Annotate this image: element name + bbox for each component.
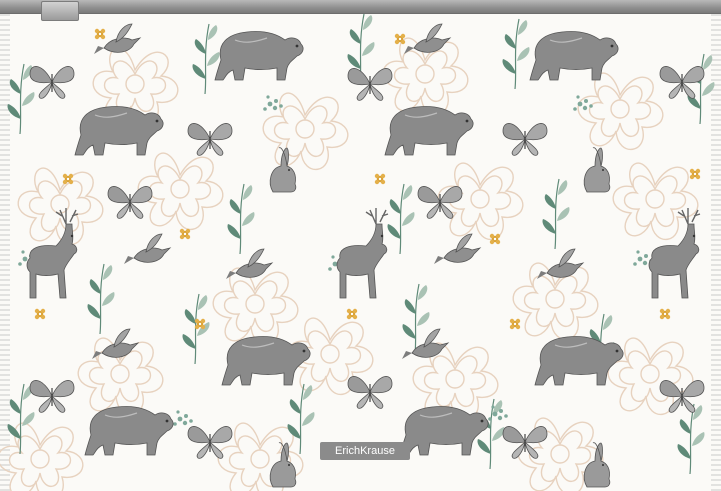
zipper-strip[interactable] bbox=[0, 0, 721, 14]
bear-icon bbox=[221, 335, 311, 386]
leaf-icon bbox=[501, 18, 531, 90]
butterfly-icon bbox=[347, 375, 393, 409]
leaf-icon bbox=[6, 383, 36, 455]
leaf-icon bbox=[191, 23, 221, 95]
rabbit-icon bbox=[269, 147, 297, 193]
deer-icon bbox=[26, 207, 79, 299]
flower-icon bbox=[17, 167, 104, 246]
bear-icon bbox=[534, 335, 624, 386]
bird-icon bbox=[225, 248, 273, 280]
deer-icon bbox=[336, 207, 389, 299]
leaf-icon bbox=[676, 403, 706, 475]
butterfly-icon bbox=[502, 425, 548, 459]
leaf-icon bbox=[86, 263, 116, 335]
rabbit-icon bbox=[269, 442, 297, 488]
flower-icon bbox=[577, 72, 664, 151]
butterfly-icon bbox=[29, 65, 75, 99]
bear-icon bbox=[214, 30, 304, 81]
bear-icon bbox=[84, 405, 174, 456]
brand-label: ErichKrause bbox=[320, 442, 410, 460]
bear-icon bbox=[384, 105, 474, 156]
blossom-icon bbox=[94, 28, 106, 40]
deer-icon bbox=[648, 207, 701, 299]
zip-folder: ErichKrause bbox=[0, 0, 721, 491]
blossom-icon bbox=[346, 308, 358, 320]
bird-icon bbox=[433, 233, 481, 265]
animal-layer bbox=[26, 23, 705, 488]
rabbit-icon bbox=[583, 147, 611, 193]
blossom-icon bbox=[62, 173, 74, 185]
blossom-icon bbox=[34, 308, 46, 320]
butterfly-icon bbox=[187, 122, 233, 156]
bear-icon bbox=[74, 105, 164, 156]
bear-icon bbox=[399, 405, 489, 456]
butterfly-icon bbox=[107, 185, 153, 219]
leaf-icon bbox=[386, 183, 416, 255]
blossom-icon bbox=[374, 173, 386, 185]
butterfly-icon bbox=[29, 379, 75, 413]
butterfly-icon bbox=[659, 379, 705, 413]
leaf-icon bbox=[686, 53, 716, 125]
butterfly-icon bbox=[502, 122, 548, 156]
blossom-icon bbox=[689, 168, 701, 180]
bird-icon bbox=[91, 328, 139, 360]
flower-icon bbox=[612, 162, 699, 241]
butterfly-icon bbox=[187, 425, 233, 459]
flower-icon bbox=[212, 267, 299, 346]
bird-icon bbox=[536, 248, 584, 280]
butterfly-icon bbox=[347, 67, 393, 101]
blossom-icon bbox=[179, 228, 191, 240]
blossom-icon bbox=[509, 318, 521, 330]
bird-icon bbox=[93, 23, 141, 55]
flower-icon bbox=[262, 92, 349, 171]
woodland-pattern bbox=[0, 14, 716, 491]
leaf-icon bbox=[181, 293, 211, 365]
leaf-icon bbox=[226, 183, 256, 255]
bird-icon bbox=[123, 233, 171, 265]
blossom-icon bbox=[659, 308, 671, 320]
leaf-icon bbox=[541, 178, 571, 250]
berry-icon bbox=[173, 410, 193, 426]
